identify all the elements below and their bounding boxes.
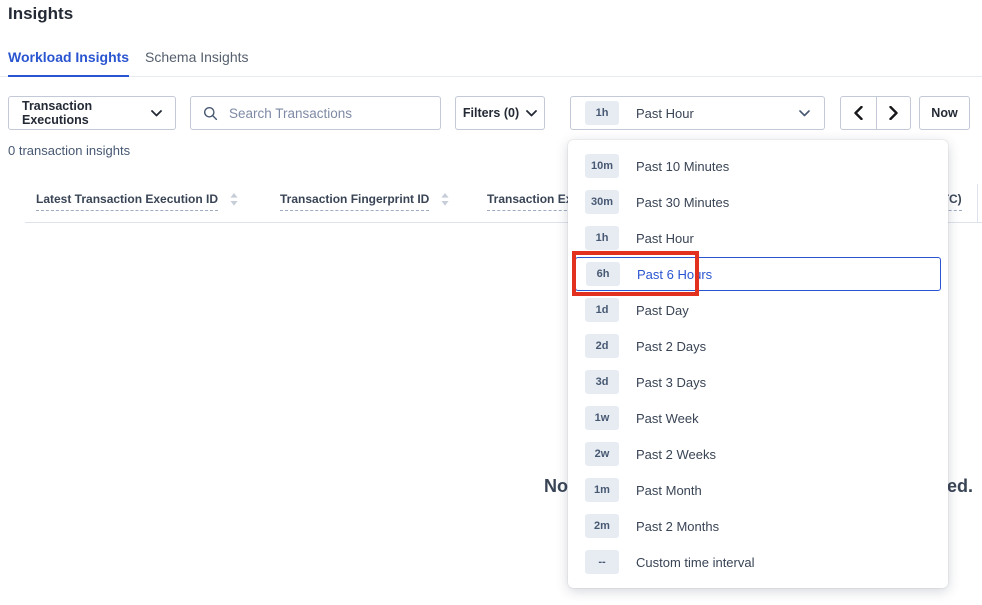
time-option-badge: 1d (585, 298, 619, 322)
time-option-label: Past 30 Minutes (636, 195, 729, 210)
time-interval-option[interactable]: 2m Past 2 Months (568, 508, 948, 544)
time-option-label: Past 3 Days (636, 375, 706, 390)
time-interval-option[interactable]: -- Custom time interval (568, 544, 948, 580)
column-header-transaction-fingerprint-id[interactable]: Transaction Fingerprint ID (280, 192, 449, 211)
time-option-label: Past Hour (636, 231, 694, 246)
column-header-label: Latest Transaction Execution ID (36, 192, 218, 211)
sort-icon[interactable] (441, 193, 449, 206)
time-interval-badge: 1h (585, 101, 619, 125)
time-interval-option[interactable]: 30m Past 30 Minutes (568, 184, 948, 220)
time-interval-label: Past Hour (636, 106, 694, 121)
time-option-label: Past 2 Months (636, 519, 719, 534)
search-box (190, 96, 441, 130)
time-option-badge: 1h (585, 226, 619, 250)
time-interval-option[interactable]: 10m Past 10 Minutes (568, 148, 948, 184)
time-option-label: Past Week (636, 411, 699, 426)
filters-label: Filters (0) (463, 106, 519, 120)
search-icon (203, 106, 218, 121)
time-option-label: Past Month (636, 483, 702, 498)
next-interval-button[interactable] (876, 97, 911, 129)
search-input[interactable] (227, 105, 428, 122)
workload-type-select[interactable]: Transaction Executions (8, 96, 176, 130)
time-interval-option[interactable]: 3d Past 3 Days (568, 364, 948, 400)
chevron-down-icon (799, 110, 810, 117)
time-option-label: Custom time interval (636, 555, 754, 570)
table-header-column-divider (977, 184, 978, 223)
tab-workload-insights[interactable]: Workload Insights (8, 49, 129, 77)
chevron-right-icon (889, 106, 898, 120)
previous-interval-button[interactable] (841, 97, 876, 129)
time-option-badge: 2m (585, 514, 619, 538)
chevron-left-icon (854, 106, 863, 120)
time-pager (840, 96, 911, 130)
now-label: Now (931, 106, 957, 120)
chevron-down-icon (526, 110, 537, 117)
sort-icon[interactable] (230, 193, 238, 206)
time-interval-option[interactable]: 2w Past 2 Weeks (568, 436, 948, 472)
time-interval-option[interactable]: 1d Past Day (568, 292, 948, 328)
time-interval-option[interactable]: 1w Past Week (568, 400, 948, 436)
time-interval-option[interactable]: 1h Past Hour (568, 220, 948, 256)
column-header-latest-transaction-execution-id[interactable]: Latest Transaction Execution ID (36, 192, 238, 211)
time-interval-option[interactable]: 6h Past 6 Hours (575, 257, 941, 291)
time-interval-option[interactable]: 2d Past 2 Days (568, 328, 948, 364)
filters-button[interactable]: Filters (0) (455, 96, 545, 130)
time-interval-dropdown: 10m Past 10 Minutes 30m Past 30 Minutes … (568, 140, 948, 588)
time-option-label: Past 2 Days (636, 339, 706, 354)
tab-schema-insights[interactable]: Schema Insights (145, 49, 249, 77)
time-interval-option[interactable]: 1m Past Month (568, 472, 948, 508)
time-option-badge: -- (585, 550, 619, 574)
workload-type-label: Transaction Executions (22, 99, 151, 127)
chevron-down-icon (151, 110, 162, 117)
time-option-badge: 1m (585, 478, 619, 502)
page-title: Insights (8, 4, 73, 24)
column-header-transaction-execution-truncated[interactable]: Transaction Ex (487, 192, 572, 211)
time-option-label: Past 10 Minutes (636, 159, 729, 174)
time-option-badge: 2d (585, 334, 619, 358)
time-option-badge: 3d (585, 370, 619, 394)
tab-bar: Workload Insights Schema Insights (0, 46, 982, 77)
time-option-label: Past 6 Hours (637, 267, 712, 282)
column-header-label: Transaction Fingerprint ID (280, 192, 429, 211)
time-option-badge: 2w (585, 442, 619, 466)
results-count: 0 transaction insights (8, 143, 130, 158)
time-option-label: Past 2 Weeks (636, 447, 716, 462)
column-header-label: Transaction Ex (487, 192, 572, 211)
time-interval-select[interactable]: 1h Past Hour (570, 96, 825, 130)
time-option-badge: 6h (586, 262, 620, 286)
time-option-label: Past Day (636, 303, 689, 318)
time-option-badge: 30m (585, 190, 619, 214)
now-button[interactable]: Now (919, 96, 970, 130)
time-option-badge: 10m (585, 154, 619, 178)
time-option-badge: 1w (585, 406, 619, 430)
